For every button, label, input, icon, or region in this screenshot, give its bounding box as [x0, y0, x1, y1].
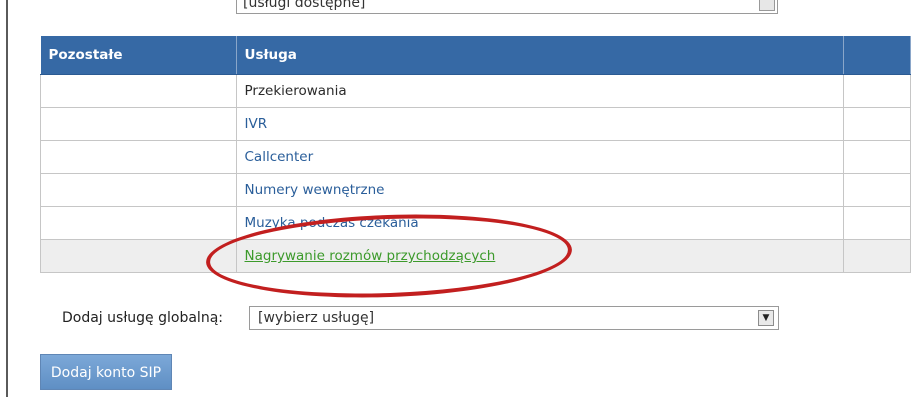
table-cell-other — [40, 206, 237, 240]
add-sip-account-button[interactable]: Dodaj konto SIP — [40, 354, 172, 390]
service-link-music-on-hold[interactable]: Muzyka podczas czekania — [245, 215, 419, 231]
service-redirects: Przekierowania — [235, 74, 844, 108]
table-cell-other — [40, 173, 237, 207]
table-cell-empty — [842, 107, 911, 141]
table-cell-empty — [842, 206, 911, 240]
table-cell-empty — [842, 239, 911, 273]
column-header-other: Pozostałe — [40, 36, 237, 75]
table-cell-empty — [842, 140, 911, 174]
global-service-select-value: [wybierz usługę] — [258, 310, 375, 326]
column-header-service: Usługa — [236, 36, 844, 75]
chevron-down-icon[interactable]: ▼ — [758, 310, 774, 326]
table-row: Callcenter — [40, 140, 911, 174]
chevron-down-icon[interactable] — [759, 0, 775, 11]
table-cell-other — [40, 140, 237, 174]
table-row: Przekierowania — [40, 74, 911, 108]
service-link-ivr[interactable]: IVR — [245, 116, 268, 132]
table-cell-empty — [842, 74, 911, 108]
service-link-internal-numbers[interactable]: Numery wewnętrzne — [245, 182, 385, 198]
table-row: Muzyka podczas czekania — [40, 206, 911, 240]
table-row: IVR — [40, 107, 911, 141]
table-cell-other — [40, 239, 237, 273]
available-services-select[interactable]: [usługi dostępne] — [236, 0, 778, 14]
services-table: Pozostałe Usługa Przekierowania IVR Call… — [40, 36, 911, 273]
table-header-row: Pozostałe Usługa — [40, 36, 911, 75]
add-global-service-label: Dodaj usługę globalną: — [62, 310, 223, 326]
table-cell-empty — [842, 173, 911, 207]
service-link-callcenter[interactable]: Callcenter — [245, 149, 314, 165]
available-services-select-value: [usługi dostępne] — [243, 0, 366, 11]
page: [usługi dostępne] Pozostałe Usługa Przek… — [0, 0, 911, 397]
table-cell-other — [40, 107, 237, 141]
global-service-select[interactable]: [wybierz usługę] ▼ — [249, 306, 779, 330]
left-border — [6, 0, 8, 397]
column-header-empty — [843, 36, 911, 75]
service-link-incoming-call-recording[interactable]: Nagrywanie rozmów przychodzących — [245, 248, 496, 264]
table-row: Nagrywanie rozmów przychodzących — [40, 239, 911, 273]
table-cell-other — [40, 74, 237, 108]
table-row: Numery wewnętrzne — [40, 173, 911, 207]
